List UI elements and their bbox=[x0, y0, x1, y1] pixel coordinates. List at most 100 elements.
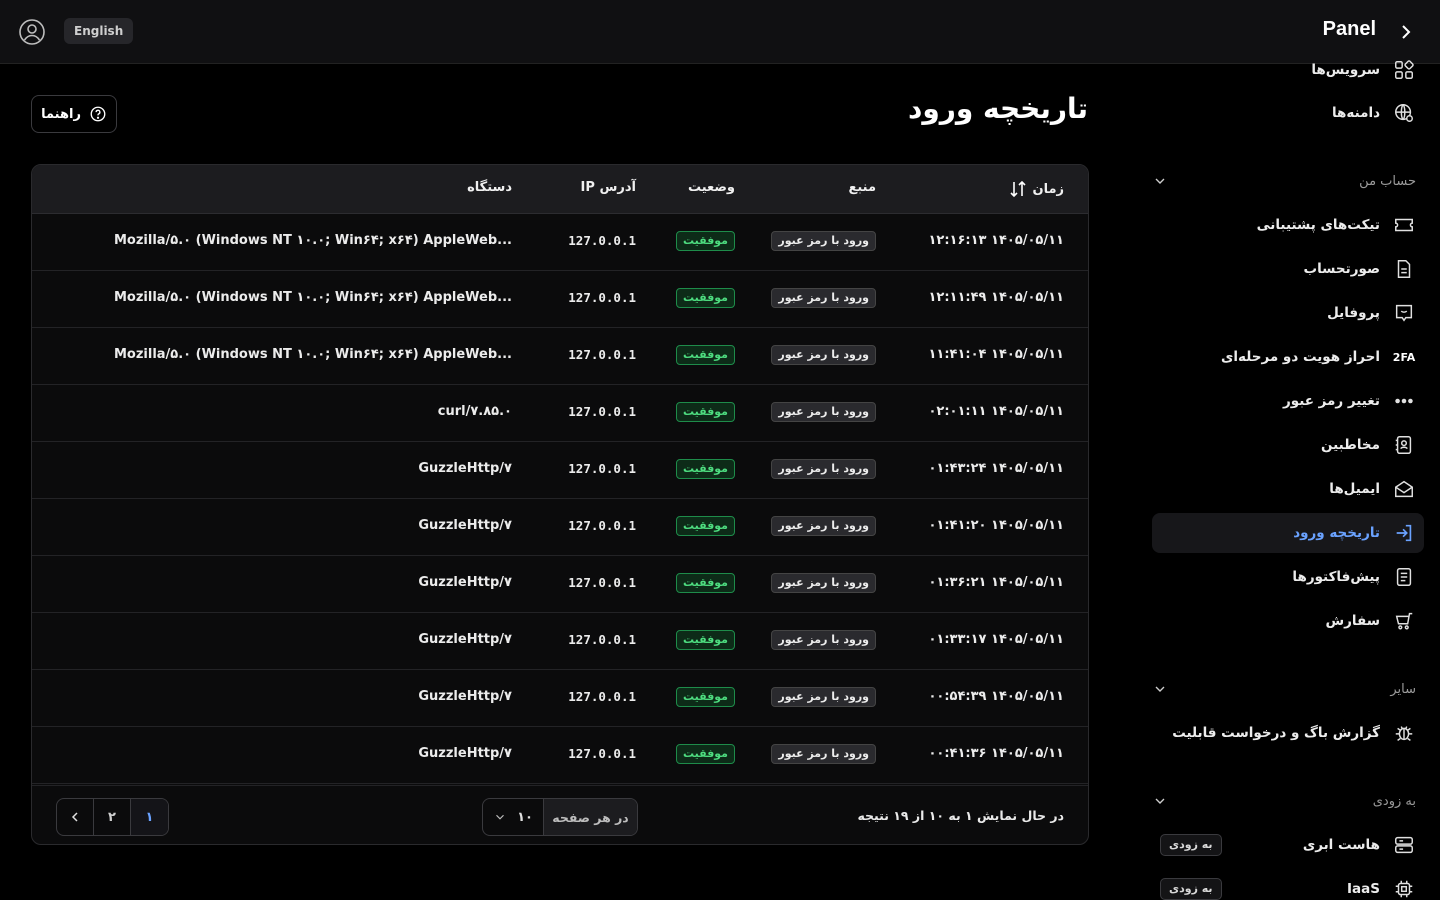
section-account[interactable]: حساب من bbox=[1152, 169, 1416, 193]
section-coming-soon[interactable]: به زودی bbox=[1152, 789, 1416, 813]
table-row: ۱۴۰۵/۰۵/۱۱ ۰۱:۴۱:۲۰ ورود با رمز عبور موفقی… bbox=[32, 499, 1088, 556]
ip-address: 127.0.0.1 bbox=[568, 689, 636, 704]
login-source-badge: ورود با رمز عبور bbox=[771, 573, 876, 593]
table-row: ۱۴۰۵/۰۵/۱۱ ۱۲:۱۶:۱۳ ورود با رمز عبور موفقی… bbox=[32, 214, 1088, 271]
status-badge: موفقیت bbox=[676, 459, 735, 479]
login-source-badge: ورود با رمز عبور bbox=[771, 516, 876, 536]
table-row: ۱۴۰۵/۰۵/۱۱ ۰۱:۳۶:۲۱ ورود با رمز عبور موفقی… bbox=[32, 556, 1088, 613]
sidebar-item-label: IaaS bbox=[1347, 881, 1380, 897]
table-row: ۱۴۰۵/۰۵/۱۱ ۱۱:۴۱:۰۴ ورود با رمز عبور موفقی… bbox=[32, 328, 1088, 385]
sidebar-item-label: مخاطبین bbox=[1320, 437, 1380, 453]
sidebar-item-iaas[interactable]: IaaS به زودی bbox=[1152, 869, 1424, 900]
status-badge: موفقیت bbox=[676, 231, 735, 251]
sort-icon bbox=[1010, 180, 1027, 198]
sidebar-item-change-password[interactable]: تغییر رمز عبور bbox=[1152, 381, 1424, 421]
ticket-icon bbox=[1392, 213, 1416, 237]
sidebar-item-emails[interactable]: ایمیل‌ها bbox=[1152, 469, 1424, 509]
sidebar-item-bug-report[interactable]: گزارش باگ و درخواست قابلیت bbox=[1152, 713, 1424, 753]
bug-icon bbox=[1392, 721, 1416, 745]
sidebar-item-label: سرویس‌ها bbox=[1311, 62, 1380, 78]
sidebar-item-login-history[interactable]: تاریخچه ورود bbox=[1152, 513, 1424, 553]
login-time: ۱۴۰۵/۰۵/۱۱ ۱۱:۴۱:۰۴ bbox=[928, 347, 1064, 362]
device-agent: Mozilla/۵.۰ (Windows NT ۱۰.۰; Win۶۴; x۶۴… bbox=[113, 290, 512, 305]
chevron-down-icon bbox=[1155, 798, 1165, 804]
sidebar-item-order[interactable]: سفارش bbox=[1152, 601, 1424, 641]
sidebar-item-label: دامنه‌ها bbox=[1331, 105, 1380, 121]
sidebar-item-services[interactable]: سرویس‌ها bbox=[1152, 50, 1424, 90]
sidebar-item-label: احراز هویت دو مرحله‌ای bbox=[1221, 349, 1380, 365]
login-source-badge: ورود با رمز عبور bbox=[771, 345, 876, 365]
mail-icon bbox=[1392, 477, 1416, 501]
per-page-select[interactable]: در هر صفحه ۱۰ bbox=[482, 798, 638, 836]
sidebar-item-profile[interactable]: پروفایل bbox=[1152, 293, 1424, 333]
login-time: ۱۴۰۵/۰۵/۱۱ ۱۲:۱۱:۴۹ bbox=[928, 290, 1064, 305]
prev-page-button[interactable] bbox=[57, 799, 94, 835]
proforma-icon bbox=[1392, 565, 1416, 589]
brand-title: Panel bbox=[1322, 18, 1376, 40]
chevron-left-icon bbox=[71, 812, 78, 822]
server-icon bbox=[1392, 833, 1416, 857]
page-button-2[interactable]: ۲ bbox=[94, 799, 131, 835]
status-badge: موفقیت bbox=[676, 516, 735, 536]
per-page-dropdown[interactable]: ۱۰ bbox=[483, 799, 543, 835]
ip-address: 127.0.0.1 bbox=[568, 233, 636, 248]
sidebar-item-label: گزارش باگ و درخواست قابلیت bbox=[1172, 725, 1380, 741]
device-agent: Mozilla/۵.۰ (Windows NT ۱۰.۰; Win۶۴; x۶۴… bbox=[113, 233, 512, 248]
pagination: ۲ ۱ bbox=[56, 798, 169, 836]
language-switch-button[interactable]: English bbox=[64, 18, 134, 44]
sidebar-item-cloud-host[interactable]: هاست ابری به زودی bbox=[1152, 825, 1424, 865]
sidebar-item-2fa[interactable]: 2FA احراز هویت دو مرحله‌ای bbox=[1152, 337, 1424, 377]
cart-icon bbox=[1392, 609, 1416, 633]
status-badge: موفقیت bbox=[676, 573, 735, 593]
device-agent: curl/۷.۸۵.۰ bbox=[437, 404, 512, 419]
table-footer: ۲ ۱ در هر صفحه ۱۰ در حال نمایش ۱ به ۱۰ ا… bbox=[32, 785, 1088, 844]
status-badge: موفقیت bbox=[676, 402, 735, 422]
sidebar-item-label: ایمیل‌ها bbox=[1329, 481, 1380, 497]
ip-address: 127.0.0.1 bbox=[568, 575, 636, 590]
login-source-badge: ورود با رمز عبور bbox=[771, 687, 876, 707]
user-avatar-icon[interactable] bbox=[18, 18, 46, 46]
column-header-status: وضعیت bbox=[687, 180, 735, 195]
chevron-right-icon[interactable] bbox=[1394, 20, 1418, 44]
sidebar-item-contacts[interactable]: مخاطبین bbox=[1152, 425, 1424, 465]
status-badge: موفقیت bbox=[676, 687, 735, 707]
page-button-1[interactable]: ۱ bbox=[131, 799, 168, 835]
login-time: ۱۴۰۵/۰۵/۱۱ ۰۰:۴۱:۳۶ bbox=[928, 746, 1064, 761]
device-agent: GuzzleHttp/۷ bbox=[418, 689, 512, 704]
section-title: سایر bbox=[1390, 681, 1416, 697]
login-icon bbox=[1392, 521, 1416, 545]
coming-soon-badge: به زودی bbox=[1160, 834, 1222, 856]
ip-address: 127.0.0.1 bbox=[568, 404, 636, 419]
chevron-down-icon bbox=[1155, 178, 1165, 184]
result-count-text: در حال نمایش ۱ به ۱۰ از ۱۹ نتیجه bbox=[857, 808, 1064, 823]
sidebar-item-domains[interactable]: دامنه‌ها bbox=[1152, 93, 1424, 133]
ip-address: 127.0.0.1 bbox=[568, 518, 636, 533]
column-header-device: دستگاه bbox=[467, 180, 512, 195]
invoice-icon bbox=[1392, 257, 1416, 281]
sidebar-item-proforma[interactable]: پیش‌فاکتورها bbox=[1152, 557, 1424, 597]
sidebar-item-label: سفارش bbox=[1325, 613, 1380, 629]
login-source-badge: ورود با رمز عبور bbox=[771, 630, 876, 650]
sidebar: سرویس‌ها دامنه‌ها حساب من تیکت‌های پشتیب… bbox=[1140, 60, 1440, 900]
page-title: تاریخچه ورود bbox=[907, 92, 1088, 125]
login-source-badge: ورود با رمز عبور bbox=[771, 744, 876, 764]
sidebar-item-invoice[interactable]: صورتحساب bbox=[1152, 249, 1424, 289]
chevron-down-icon bbox=[496, 814, 504, 820]
section-other[interactable]: سایر bbox=[1152, 677, 1416, 701]
sidebar-item-label: پیش‌فاکتورها bbox=[1292, 569, 1380, 585]
section-title: حساب من bbox=[1359, 173, 1416, 189]
column-header-label: زمان bbox=[1032, 181, 1064, 197]
column-header-time[interactable]: زمان bbox=[1010, 180, 1064, 198]
profile-icon bbox=[1392, 301, 1416, 325]
2fa-icon: 2FA bbox=[1392, 350, 1416, 364]
globe-icon bbox=[1392, 101, 1416, 125]
status-badge: موفقیت bbox=[676, 345, 735, 365]
help-button[interactable]: راهنما bbox=[31, 95, 117, 133]
login-time: ۱۴۰۵/۰۵/۱۱ ۱۲:۱۶:۱۳ bbox=[928, 233, 1064, 248]
status-badge: موفقیت bbox=[676, 630, 735, 650]
login-time: ۱۴۰۵/۰۵/۱۱ ۰۱:۳۶:۲۱ bbox=[928, 575, 1064, 590]
login-source-badge: ورود با رمز عبور bbox=[771, 231, 876, 251]
device-agent: GuzzleHttp/۷ bbox=[418, 461, 512, 476]
column-header-source: منبع bbox=[848, 180, 876, 195]
sidebar-item-tickets[interactable]: تیکت‌های پشتیبانی bbox=[1152, 205, 1424, 245]
